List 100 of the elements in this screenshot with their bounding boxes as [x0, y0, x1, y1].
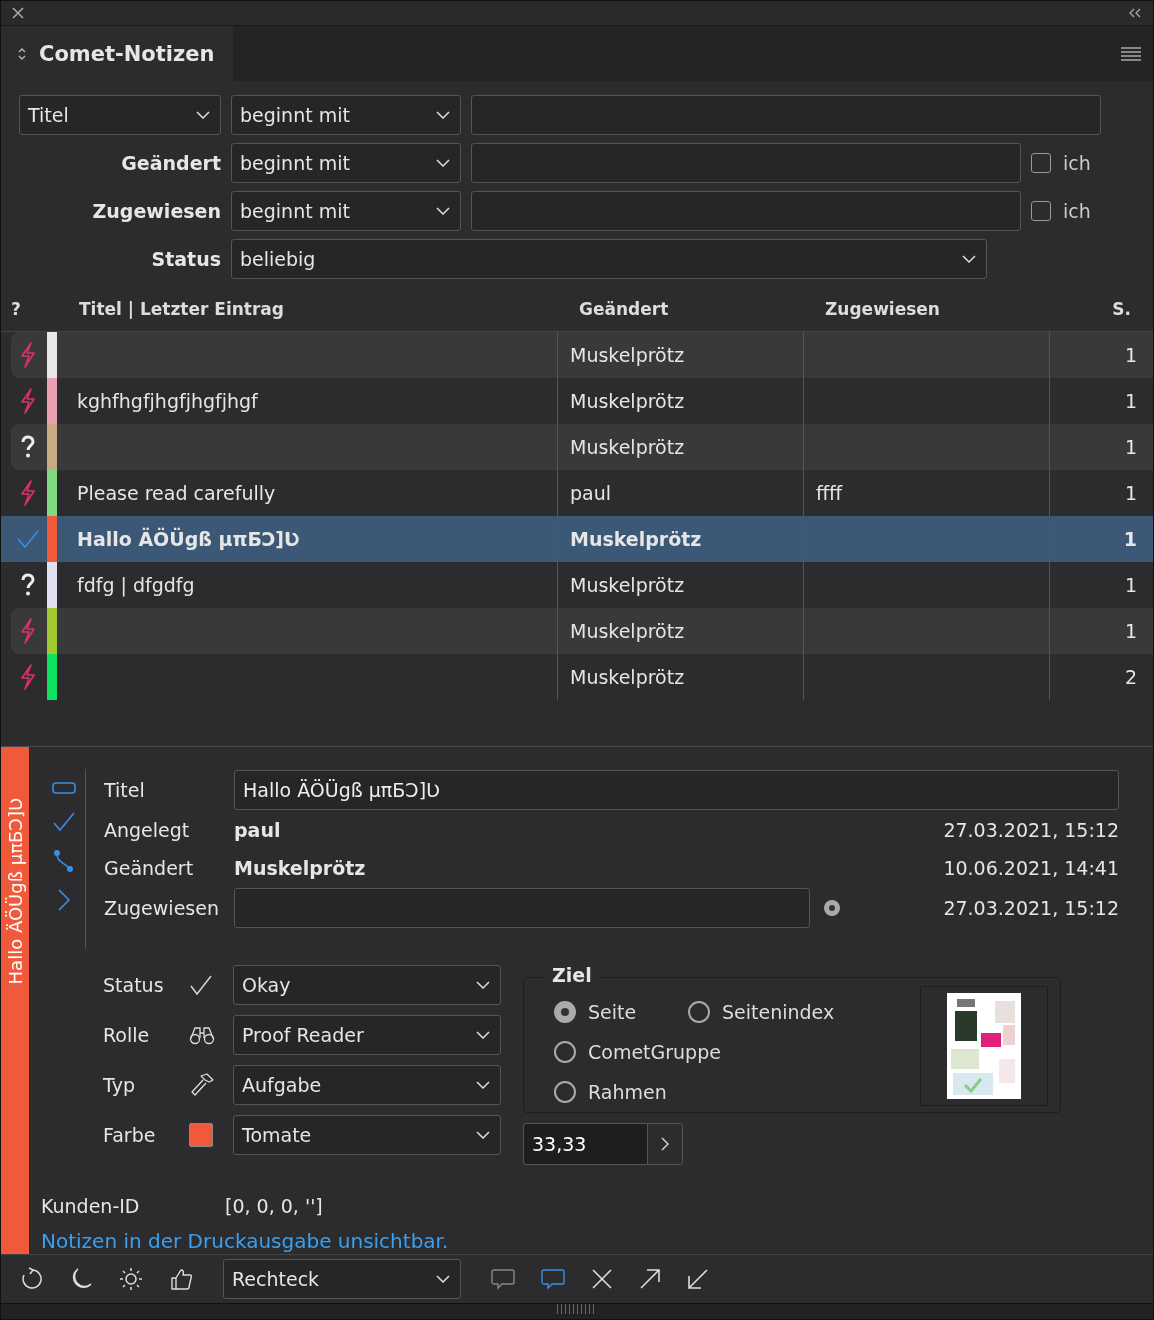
caret-icon: [436, 111, 450, 119]
panel-tab[interactable]: Comet-Notizen: [1, 26, 233, 81]
table-cell: kghfhgfjhgfjhgfjhgf: [77, 390, 258, 412]
field-label: Farbe: [103, 1124, 157, 1146]
arrow-down-left-icon[interactable]: [687, 1268, 709, 1290]
check-icon: [16, 529, 40, 549]
radio-label: CometGruppe: [588, 1041, 721, 1063]
checkbox-label: ich: [1063, 152, 1091, 174]
table-cell: 1: [1124, 344, 1137, 366]
radio-button[interactable]: [554, 1081, 576, 1103]
radio-label: Seitenindex: [722, 1001, 835, 1023]
radio-button[interactable]: [688, 1001, 710, 1023]
title-field[interactable]: Hallo ÄÖÜgß μπБϽ]Ʋ: [234, 770, 1119, 810]
field-select[interactable]: Titel: [19, 95, 221, 135]
table-row[interactable]: Muskelprötz 1: [11, 608, 1153, 654]
radio-button[interactable]: [554, 1001, 576, 1023]
checkbox[interactable]: [1031, 201, 1051, 221]
question-mark-icon: [20, 573, 36, 597]
checkbox-label: ich: [1063, 200, 1091, 222]
binoculars-icon: [189, 1025, 215, 1045]
close-icon[interactable]: [11, 6, 25, 20]
table-cell: Muskelprötz: [570, 574, 685, 596]
timestamp: 27.03.2021, 15:12: [943, 819, 1119, 841]
table-cell: Muskelprötz: [570, 390, 685, 412]
table-row[interactable]: Muskelprötz 1: [11, 332, 1153, 378]
speech-bubble-icon[interactable]: [541, 1268, 565, 1290]
connector-icon[interactable]: [53, 849, 75, 873]
table-cell: Hallo ÄÖÜgß μπБϽ]Ʋ: [77, 528, 300, 550]
title-filter-field[interactable]: [471, 95, 1101, 135]
table-row[interactable]: Hallo ÄÖÜgß μπБϽ]Ʋ Muskelprötz 1: [1, 516, 1153, 562]
table-row[interactable]: Muskelprötz 2: [11, 654, 1153, 700]
caret-icon: [476, 981, 490, 989]
status-select[interactable]: beliebig: [231, 239, 987, 279]
color-swatch[interactable]: [189, 1123, 213, 1147]
dropdown[interactable]: Tomate: [233, 1115, 501, 1155]
table-cell: 1: [1124, 436, 1137, 458]
chevron-right-icon[interactable]: [57, 889, 71, 911]
dropdown[interactable]: Aufgabe: [233, 1065, 501, 1105]
rectangle-icon[interactable]: [52, 781, 76, 795]
caret-icon: [476, 1131, 490, 1139]
caret-icon: [436, 159, 450, 167]
field-label: Status: [103, 974, 165, 996]
field-label: Kunden-ID: [41, 1195, 141, 1217]
sun-icon[interactable]: [119, 1267, 143, 1291]
table-cell: Muskelprötz: [570, 620, 685, 642]
collapse-icon[interactable]: [1127, 8, 1143, 18]
table-cell: Please read carefully: [77, 482, 276, 504]
table-cell: 1: [1124, 574, 1137, 596]
operator-select[interactable]: beginnt mit: [231, 95, 461, 135]
table-cell: Muskelprötz: [570, 344, 685, 366]
table-cell: fdfg | dfgdfg: [77, 574, 195, 596]
arrow-up-right-icon[interactable]: [639, 1268, 661, 1290]
menu-icon[interactable]: [1121, 46, 1141, 61]
next-button[interactable]: [647, 1123, 683, 1165]
checkbox[interactable]: [1031, 153, 1051, 173]
column-header[interactable]: S.: [1059, 299, 1153, 319]
table-cell: 2: [1124, 666, 1137, 688]
hammer-icon: [189, 1072, 215, 1098]
timestamp: 27.03.2021, 15:12: [943, 897, 1119, 919]
radio-button[interactable]: [554, 1041, 576, 1063]
table-cell: 1: [1124, 620, 1137, 642]
speech-bubble-icon[interactable]: [491, 1268, 515, 1290]
column-header[interactable]: ?: [1, 299, 35, 319]
table-cell: 1: [1124, 390, 1137, 412]
table-cell: 1: [1124, 482, 1137, 504]
assignee-field[interactable]: [234, 888, 810, 928]
thumbs-up-icon[interactable]: [169, 1267, 193, 1291]
check-icon[interactable]: [53, 811, 75, 833]
field-label: Titel: [104, 779, 146, 801]
column-header[interactable]: Geändert: [567, 299, 813, 319]
refresh-icon[interactable]: [19, 1267, 43, 1291]
lightning-icon: [19, 342, 37, 368]
column-header[interactable]: Zugewiesen: [813, 299, 1059, 319]
column-header[interactable]: Titel | Letzter Eintrag: [35, 299, 567, 319]
info-note: Notizen in der Druckausgabe unsichtbar.: [41, 1229, 449, 1253]
table-cell: Muskelprötz: [570, 528, 702, 550]
field-label: Rolle: [103, 1024, 151, 1046]
operator-select[interactable]: beginnt mit: [231, 143, 461, 183]
filter-label: Geändert: [120, 152, 221, 174]
field-label: Zugewiesen: [104, 897, 220, 919]
table-cell: Muskelprötz: [570, 436, 685, 458]
resize-grip[interactable]: [557, 1304, 597, 1314]
dropdown[interactable]: Okay: [233, 965, 501, 1005]
number-field[interactable]: 33,33: [523, 1123, 647, 1165]
shape-select[interactable]: Rechteck: [223, 1259, 461, 1299]
question-mark-icon: [20, 435, 36, 459]
filter-label: Status: [150, 248, 221, 270]
operator-select[interactable]: beginnt mit: [231, 191, 461, 231]
table-row[interactable]: Muskelprötz 1: [11, 424, 1153, 470]
table-cell: ffff: [816, 482, 843, 504]
lightning-icon: [19, 388, 37, 414]
filter-field[interactable]: [471, 191, 1021, 231]
filter-field[interactable]: [471, 143, 1021, 183]
filter-label: Zugewiesen: [91, 200, 221, 222]
side-label: Hallo ÄÖÜgß μπБϽ]Ʋ: [4, 797, 26, 984]
table-cell: paul: [570, 482, 612, 504]
author-name: paul: [234, 819, 282, 841]
lightning-icon: [19, 480, 37, 506]
radio-button[interactable]: [824, 900, 840, 916]
dropdown[interactable]: Proof Reader: [233, 1015, 501, 1055]
